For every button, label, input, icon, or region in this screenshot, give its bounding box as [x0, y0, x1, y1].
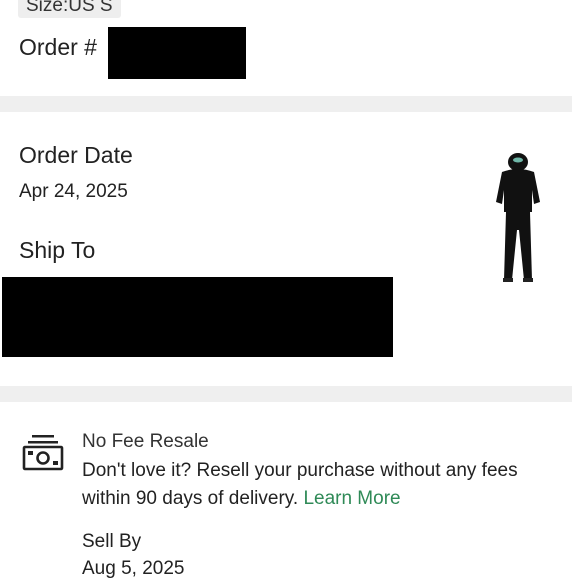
size-badge: Size:US S	[18, 0, 121, 18]
resale-description-line2: within 90 days of delivery. Learn More	[82, 488, 401, 510]
redacted-ship-address	[2, 277, 393, 357]
section-divider	[0, 96, 572, 112]
resale-description-line1: Don't love it? Resell your purchase with…	[82, 460, 518, 481]
order-date-label: Order Date	[19, 142, 133, 168]
ship-to-label: Ship To	[19, 237, 96, 263]
order-date-value: Apr 24, 2025	[19, 181, 128, 202]
order-number-label: Order #	[19, 34, 97, 60]
redacted-order-number	[108, 27, 246, 79]
section-divider	[0, 386, 572, 402]
resale-description-text: within 90 days of delivery.	[82, 488, 299, 509]
resale-title: No Fee Resale	[82, 431, 209, 452]
sell-by-label: Sell By	[82, 531, 142, 552]
sell-by-date: Aug 5, 2025	[82, 558, 185, 579]
money-stack-icon	[22, 435, 64, 471]
learn-more-link[interactable]: Learn More	[303, 488, 400, 509]
tracksuit-product-icon	[496, 153, 540, 282]
